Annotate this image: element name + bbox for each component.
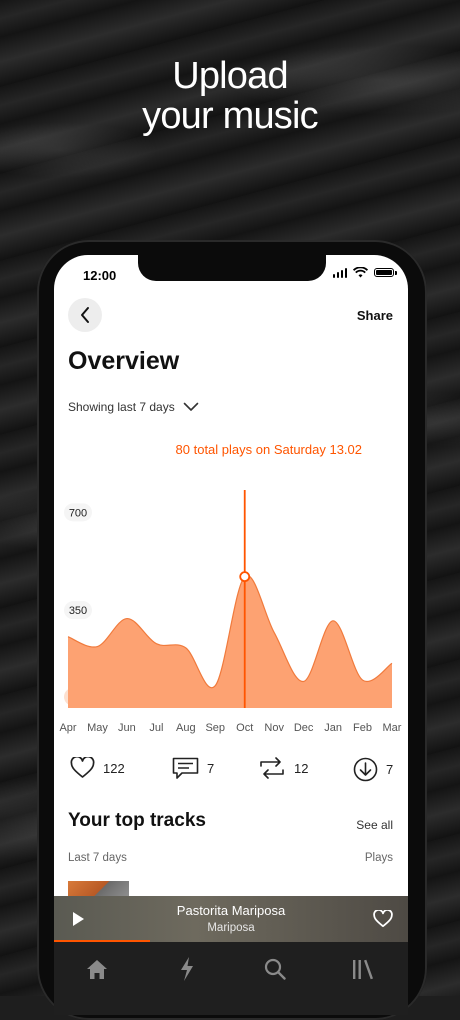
heart-icon: [70, 757, 95, 778]
downloads-stat[interactable]: 7: [353, 757, 393, 782]
player-track-title: Pastorita Mariposa: [176, 903, 286, 918]
chevron-down-icon: [183, 402, 199, 411]
comment-icon: [172, 757, 199, 779]
x-tick-label: Nov: [264, 722, 284, 734]
battery-icon: [374, 268, 397, 277]
page-title: Overview: [68, 347, 180, 375]
x-tick-label: Apr: [59, 722, 76, 734]
top-tracks-period: Last 7 days: [68, 852, 127, 864]
signal-icon: [332, 267, 347, 278]
wifi-icon: [353, 267, 368, 278]
heart-icon[interactable]: [373, 910, 393, 928]
plays-chart[interactable]: 70035040 AprMayJunJulAugSepOctNovDecJanF…: [54, 480, 408, 740]
tab-stream[interactable]: [174, 956, 200, 982]
phone-screen: 12:00 Share Overview Showing last 7 days…: [54, 255, 408, 1015]
headline: Upload your music: [0, 56, 460, 136]
plays-column-header: Plays: [364, 852, 393, 864]
x-tick-label: Feb: [353, 722, 372, 734]
x-tick-label: May: [87, 722, 108, 734]
x-tick-label: Jun: [118, 722, 136, 734]
y-tick-label: 350: [69, 605, 87, 617]
lightning-icon: [181, 957, 193, 981]
notch: [138, 255, 326, 281]
share-button[interactable]: Share: [357, 308, 393, 323]
x-tick-label: Oct: [236, 722, 253, 734]
x-tick-label: Sep: [205, 722, 225, 734]
reposts-stat[interactable]: 12: [258, 757, 308, 779]
likes-count: 122: [103, 760, 125, 776]
library-icon: [353, 959, 373, 979]
tab-bar: [54, 942, 408, 1015]
search-icon: [264, 958, 286, 980]
plays-area: [68, 575, 392, 708]
x-tick-label: Aug: [176, 722, 196, 734]
chevron-left-icon: [81, 307, 89, 323]
selected-day-summary: 80 total plays on Saturday 13.02: [175, 442, 362, 457]
downloads-count: 7: [386, 762, 394, 777]
x-tick-label: Jul: [149, 722, 163, 734]
player-artist: Mariposa: [207, 922, 255, 934]
tab-home[interactable]: [84, 956, 110, 982]
comments-count: 7: [207, 761, 215, 776]
headline-line-1: Upload: [172, 55, 288, 97]
tab-search[interactable]: [262, 956, 288, 982]
status-time: 12:00: [83, 268, 117, 283]
tab-library[interactable]: [350, 956, 376, 982]
likes-stat[interactable]: 122: [70, 757, 125, 779]
x-tick-label: Mar: [383, 722, 402, 734]
comments-stat[interactable]: 7: [172, 757, 214, 780]
selected-day-marker: [239, 571, 251, 583]
mini-player[interactable]: Pastorita Mariposa Mariposa: [54, 896, 408, 942]
repost-icon: [260, 757, 284, 779]
download-icon: [353, 757, 378, 782]
x-tick-label: Jan: [324, 722, 342, 734]
top-tracks-title: Your top tracks: [68, 810, 206, 831]
home-icon: [87, 959, 107, 979]
period-filter-label: Showing last 7 days: [68, 400, 175, 414]
y-tick-label: 700: [69, 507, 87, 519]
back-button[interactable]: [68, 298, 102, 332]
reposts-count: 12: [294, 760, 309, 776]
headline-line-2: your music: [142, 95, 319, 137]
status-icons: [332, 267, 397, 278]
x-tick-label: Dec: [294, 722, 314, 734]
period-filter-dropdown[interactable]: Showing last 7 days: [68, 400, 199, 414]
see-all-link[interactable]: See all: [356, 818, 393, 832]
